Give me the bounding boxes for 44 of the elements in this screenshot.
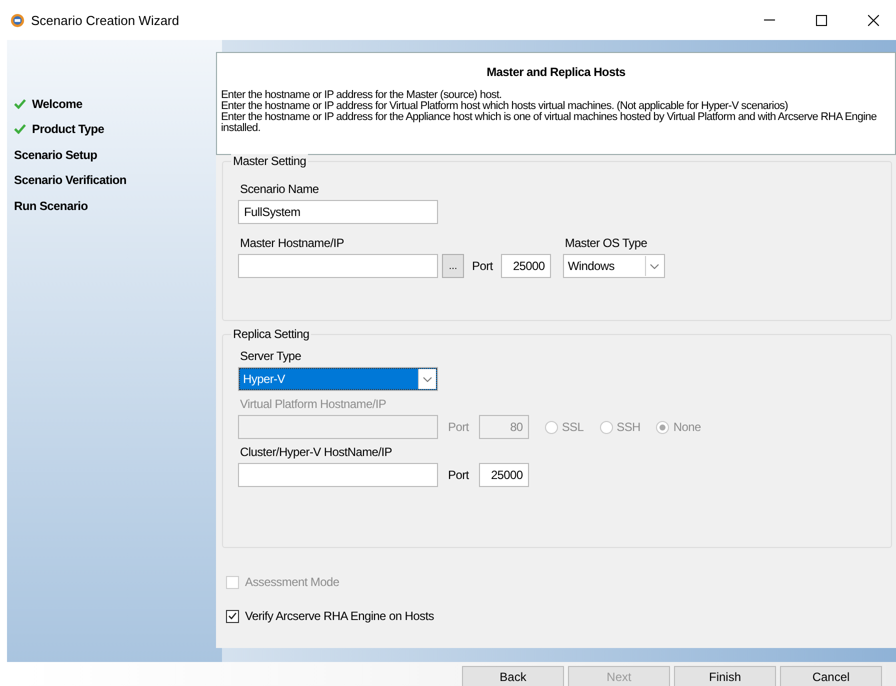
radio-icon [544, 420, 558, 434]
field-label: Virtual Platform Hostname/IP [240, 397, 388, 411]
wizard-button[interactable]: Finish [674, 666, 776, 686]
dropdown[interactable]: Windows [562, 254, 665, 278]
step-label: Product Type [32, 122, 104, 136]
instruction-text: Enter the hostname or IP address for the Master (source) host. [221, 90, 503, 101]
dropdown[interactable]: Hyper-V [238, 367, 438, 391]
checkbox[interactable]: Verify Arcserve RHA Engine on Hosts [226, 606, 896, 626]
field-label: Master Hostname/IP [240, 236, 345, 250]
close-icon[interactable] [868, 14, 878, 26]
instruction-text: Enter the hostname or IP address for Virtual Platform host which hosts virtual machines. (Not applicable for Hyper-V scenarios) [221, 101, 789, 112]
browse-button[interactable]: ... [442, 254, 464, 278]
port-field[interactable]: 25000 [500, 254, 551, 278]
step-label: Run Scenario [14, 198, 88, 213]
field-label: Cluster/Hyper-V HostName/IP [240, 445, 393, 459]
port-field[interactable]: 25000 [478, 463, 529, 487]
wizard-button[interactable]: Cancel [780, 666, 882, 686]
port-label: Port [448, 420, 469, 434]
text-field[interactable] [238, 463, 438, 487]
step-label: Scenario Verification [14, 173, 126, 188]
maximize-icon[interactable] [816, 14, 826, 26]
field-label: Server Type [240, 349, 302, 363]
field-label: Master OS Type [564, 236, 648, 250]
radio-icon [600, 420, 613, 434]
caret-icon [423, 376, 432, 382]
step-label: Welcome [32, 96, 82, 111]
group-title: Master Setting [231, 154, 308, 168]
instruction-text: Enter the hostname or IP address for the Appliance host which is one of virtual machines hosted by Virtual Platform and with Arcserve RHA Engine installed. [221, 112, 878, 134]
group-title: Replica Setting [231, 327, 312, 341]
text-field[interactable]: FullSystem [238, 200, 438, 224]
port-label: Port [472, 259, 493, 273]
minimize-icon[interactable] [764, 19, 774, 21]
text-field[interactable] [238, 415, 438, 439]
page-heading: Master and Replica Hosts [486, 65, 626, 79]
port-label: Port [448, 468, 469, 482]
window-title: Scenario Creation Wizard [31, 12, 180, 28]
radio-icon [656, 420, 670, 434]
check-icon [228, 612, 237, 620]
text-field[interactable] [238, 254, 438, 278]
field-label: Scenario Name [240, 182, 320, 196]
caret-icon [650, 264, 659, 268]
app-icon [10, 12, 25, 28]
wizard-button[interactable]: Back [462, 666, 564, 686]
step-label: Scenario Setup [14, 148, 98, 162]
